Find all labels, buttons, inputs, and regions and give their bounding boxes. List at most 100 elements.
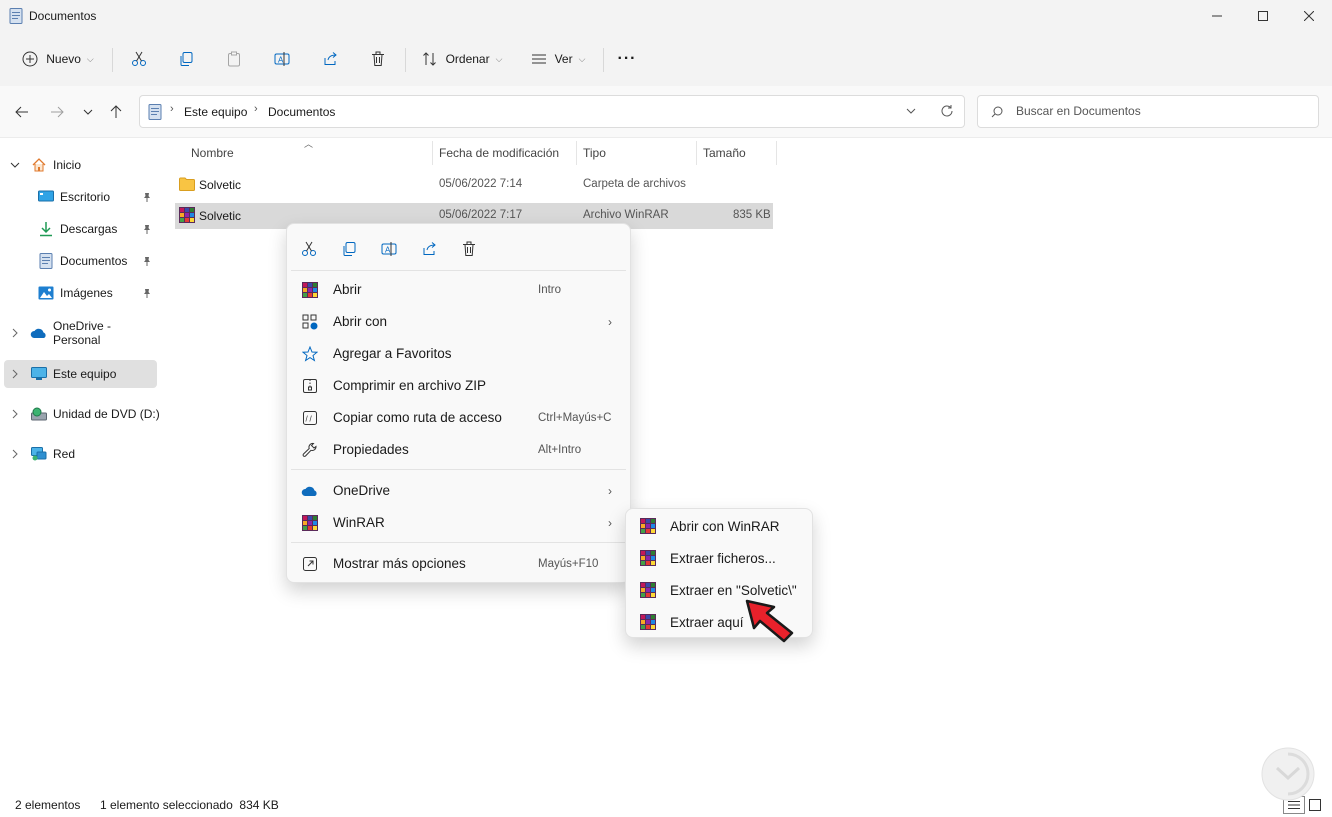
expand-chevron-icon[interactable]: [8, 326, 22, 340]
sort-button[interactable]: Ordenar ⌵: [414, 44, 510, 74]
column-divider[interactable]: [576, 141, 577, 165]
forward-button[interactable]: [45, 100, 69, 124]
table-row[interactable]: Solvetic 05/06/2022 7:14 Carpeta de arch…: [175, 172, 773, 198]
menu-item-onedrive[interactable]: OneDrive ›: [291, 475, 626, 506]
winrar-icon: [301, 281, 319, 299]
copy-button[interactable]: [171, 44, 201, 74]
watermark-logo: [1260, 746, 1316, 802]
menu-item-agregar-favoritos[interactable]: Agregar a Favoritos: [291, 338, 626, 369]
cut-button[interactable]: [124, 44, 154, 74]
address-bar[interactable]: › Este equipo › Documentos: [139, 95, 965, 128]
view-button[interactable]: Ver ⌵: [522, 44, 594, 74]
share-icon: [324, 52, 337, 65]
expand-chevron-icon[interactable]: [8, 447, 22, 461]
arrow-left-icon: [15, 106, 28, 118]
chevron-down-icon: ⌵: [86, 53, 94, 64]
sidebar-item-imagenes[interactable]: Imágenes: [37, 279, 157, 307]
share-button[interactable]: [315, 44, 345, 74]
context-menu: A Abrir Intro Abrir con › Agregar a Favo…: [286, 223, 631, 583]
rename-button[interactable]: A: [375, 236, 403, 262]
address-row: › Este equipo › Documentos: [0, 86, 1332, 138]
sidebar-item-inicio[interactable]: Inicio: [30, 151, 160, 179]
breadcrumb-este-equipo[interactable]: Este equipo: [184, 105, 247, 119]
minimize-button[interactable]: [1194, 0, 1240, 32]
menu-divider: [291, 270, 626, 271]
new-button[interactable]: Nuevo ⌵: [12, 44, 104, 74]
maximize-button[interactable]: [1240, 0, 1286, 32]
menu-item-mostrar-mas-opciones[interactable]: Mostrar más opciones Mayús+F10: [291, 548, 626, 579]
svg-text:/: /: [310, 414, 313, 423]
svg-text:/: /: [306, 414, 309, 423]
up-button[interactable]: [104, 100, 128, 124]
sidebar-item-descargas[interactable]: Descargas: [37, 215, 157, 243]
sidebar-item-onedrive[interactable]: OneDrive - Personal: [30, 319, 160, 347]
menu-divider: [291, 542, 626, 543]
close-button[interactable]: [1286, 0, 1332, 32]
search-box[interactable]: [977, 95, 1319, 128]
open-with-icon: [301, 313, 319, 331]
pointer-arrow-icon: [744, 598, 796, 644]
chevron-right-icon: ›: [608, 483, 612, 498]
file-size: 835 KB: [733, 209, 771, 221]
menu-item-abrir-con[interactable]: Abrir con ›: [291, 306, 626, 337]
delete-button[interactable]: [363, 44, 393, 74]
file-type: Archivo WinRAR: [583, 209, 669, 221]
rename-button[interactable]: A: [267, 44, 297, 74]
menu-item-abrir[interactable]: Abrir Intro: [291, 274, 626, 305]
zip-icon: [301, 377, 319, 395]
column-header-size[interactable]: Tamaño: [703, 146, 746, 160]
sidebar-item-documentos[interactable]: Documentos: [37, 247, 157, 275]
document-icon: [9, 8, 23, 24]
status-bar: 2 elementos 1 elemento seleccionado 834 …: [0, 793, 1332, 817]
column-divider[interactable]: [776, 141, 777, 165]
more-options-button[interactable]: ···: [612, 44, 642, 74]
copy-button[interactable]: [335, 236, 363, 262]
column-divider[interactable]: [432, 141, 433, 165]
copy-icon: [343, 242, 356, 256]
sidebar-item-este-equipo[interactable]: Este equipo: [30, 360, 156, 388]
sidebar-item-red[interactable]: Red: [30, 440, 160, 468]
back-button[interactable]: [10, 100, 34, 124]
plus-icon: [22, 51, 38, 67]
column-header-type[interactable]: Tipo: [583, 146, 606, 160]
recent-locations-button[interactable]: [76, 100, 100, 124]
search-input[interactable]: [1016, 104, 1306, 118]
expand-chevron-icon[interactable]: [8, 367, 22, 381]
breadcrumb-documentos[interactable]: Documentos: [268, 105, 335, 119]
submenu-item-abrir-con-winrar[interactable]: Abrir con WinRAR: [630, 511, 808, 541]
address-dropdown-button[interactable]: [906, 106, 916, 116]
winrar-icon: [640, 581, 658, 599]
column-header-name[interactable]: Nombre: [191, 146, 234, 160]
file-name: Solvetic: [199, 209, 242, 223]
cut-button[interactable]: [295, 236, 323, 262]
chevron-right-icon: ›: [254, 103, 258, 115]
menu-item-propiedades[interactable]: Propiedades Alt+Intro: [291, 434, 626, 465]
network-icon: [30, 445, 48, 463]
sidebar-item-escritorio[interactable]: Escritorio: [37, 183, 157, 211]
chevron-down-icon: ⌵: [578, 53, 586, 64]
sort-icon: [422, 52, 436, 66]
svg-text:A: A: [385, 246, 391, 255]
pictures-icon: [37, 284, 55, 302]
paste-button[interactable]: [219, 44, 249, 74]
menu-item-comprimir-zip[interactable]: Comprimir en archivo ZIP: [291, 370, 626, 401]
divider: [112, 48, 113, 72]
refresh-button[interactable]: [940, 104, 954, 118]
expand-chevron-icon[interactable]: [8, 407, 22, 421]
menu-item-winrar[interactable]: WinRAR ›: [291, 507, 626, 538]
submenu-item-extraer-ficheros[interactable]: Extraer ficheros...: [630, 543, 808, 573]
document-icon: [37, 252, 55, 270]
view-icon: [531, 54, 546, 64]
pin-icon: [142, 288, 152, 298]
menu-item-copiar-ruta[interactable]: / / Copiar como ruta de acceso Ctrl+Mayús…: [291, 402, 626, 433]
sidebar-item-dvd[interactable]: Unidad de DVD (D:): [30, 400, 160, 428]
column-divider[interactable]: [696, 141, 697, 165]
chevron-down-icon: [83, 109, 93, 115]
chevron-down-icon: [906, 108, 916, 114]
share-icon: [423, 242, 436, 255]
column-header-date[interactable]: Fecha de modificación: [439, 146, 559, 160]
delete-button[interactable]: [455, 236, 483, 262]
expand-chevron-icon[interactable]: [8, 158, 22, 172]
share-button[interactable]: [415, 236, 443, 262]
command-bar: Nuevo ⌵ A Ordenar ⌵ Ver ⌵ ···: [0, 32, 1332, 86]
